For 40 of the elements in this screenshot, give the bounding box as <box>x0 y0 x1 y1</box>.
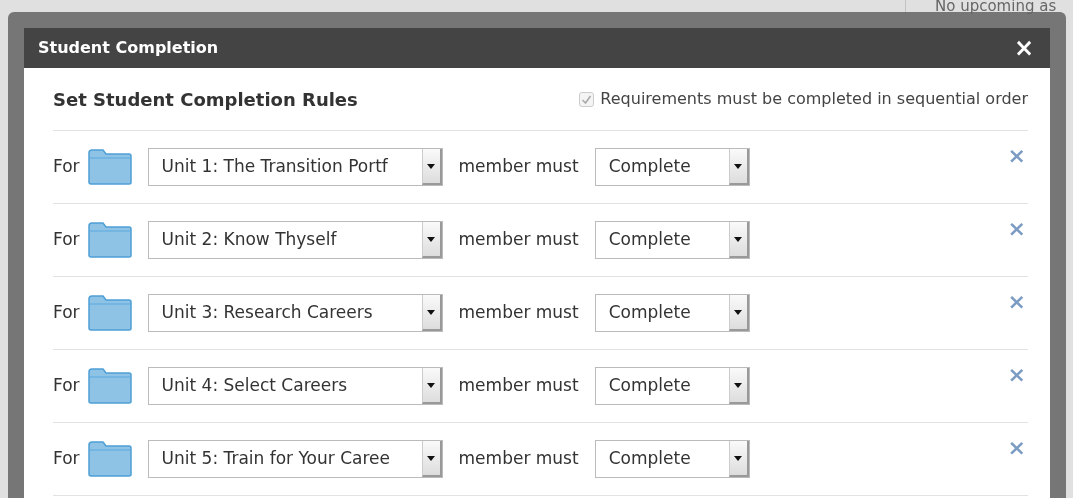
row-label: For <box>53 228 80 252</box>
action-select[interactable]: Complete <box>594 440 750 478</box>
item-select[interactable]: Unit 2: Know Thyself <box>147 221 443 259</box>
close-button[interactable]: × <box>1009 36 1038 60</box>
item-select[interactable]: Unit 4: Select Careers <box>147 367 443 405</box>
caret-icon <box>734 236 743 242</box>
row-label: member must <box>458 301 579 325</box>
row-label: For <box>53 374 80 398</box>
folder-icon <box>87 222 132 258</box>
item-select[interactable]: Unit 3: Research Careers <box>147 294 443 332</box>
caret-icon <box>734 309 743 315</box>
caret-icon <box>734 455 743 461</box>
item-select[interactable]: Unit 1: The Transition Portf <box>147 148 443 186</box>
sidebar-text: No upcoming as <box>935 0 1057 15</box>
row-label: member must <box>458 228 579 252</box>
row-label: For <box>53 155 80 179</box>
action-select[interactable]: Complete <box>594 367 750 405</box>
row-label: member must <box>458 155 579 179</box>
dialog-title: Student Completion <box>38 37 219 59</box>
action-select[interactable]: Complete <box>594 221 750 259</box>
checkbox-label: Requirements must be completed in sequential order <box>600 88 1028 110</box>
caret-icon <box>734 382 743 388</box>
caret-icon <box>734 163 743 169</box>
row-label: member must <box>458 374 579 398</box>
row-label: member must <box>458 447 579 471</box>
folder-icon <box>87 368 132 404</box>
caret-icon <box>427 163 436 169</box>
caret-icon <box>427 309 436 315</box>
folder-icon <box>87 149 132 185</box>
caret-icon <box>427 455 436 461</box>
section-title: Set Student Completion Rules <box>53 87 358 112</box>
action-select[interactable]: Complete <box>594 148 750 186</box>
caret-icon <box>427 382 436 388</box>
item-select[interactable]: Unit 5: Train for Your Caree <box>147 440 443 478</box>
row-label: For <box>53 301 80 325</box>
folder-icon <box>87 295 132 331</box>
caret-icon <box>427 236 436 242</box>
action-select[interactable]: Complete <box>594 294 750 332</box>
folder-icon <box>87 441 132 477</box>
row-label: For <box>53 447 80 471</box>
